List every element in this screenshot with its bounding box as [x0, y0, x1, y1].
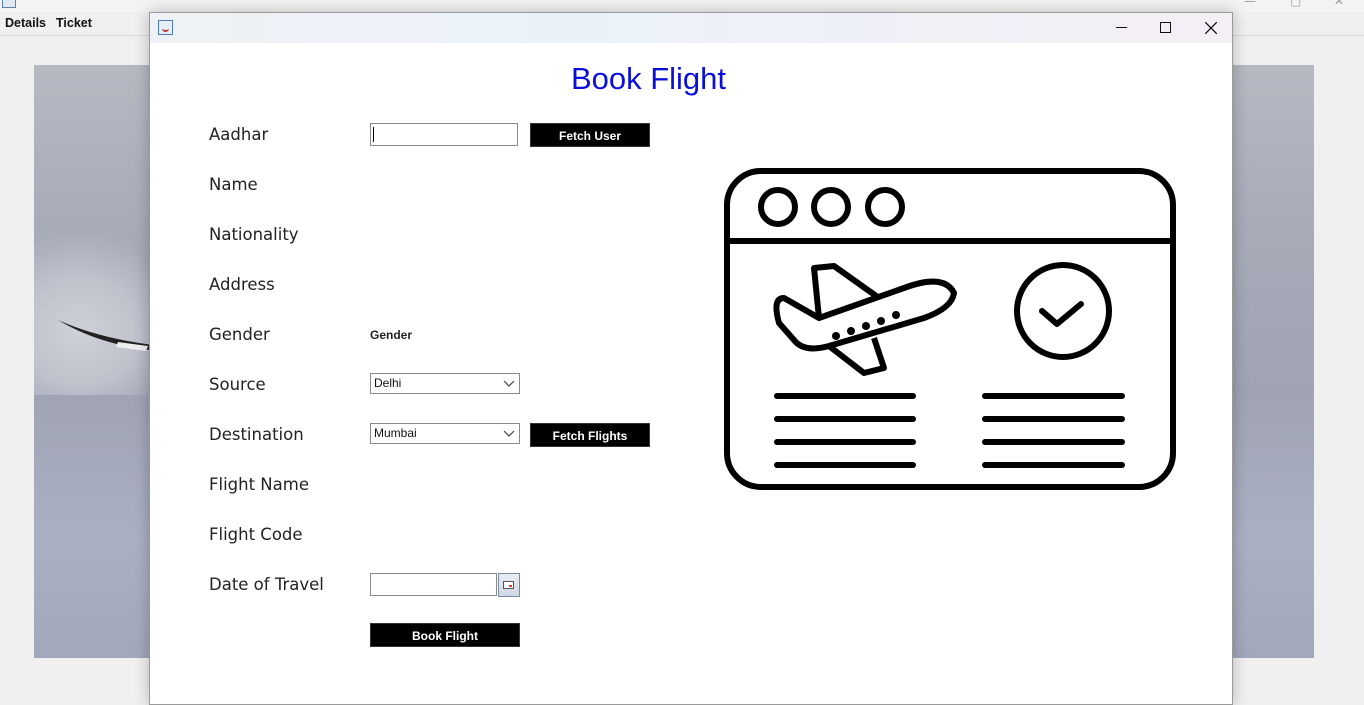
date-of-travel-label: Date of Travel	[209, 575, 324, 594]
nationality-label: Nationality	[209, 225, 299, 244]
flight-code-label: Flight Code	[209, 525, 303, 544]
chevron-down-icon	[503, 380, 515, 387]
background-minimize-icon[interactable]: —	[1244, 0, 1256, 8]
gender-label: Gender	[209, 325, 270, 344]
background-close-icon[interactable]: ✕	[1334, 0, 1344, 8]
maximize-icon[interactable]	[1142, 13, 1188, 43]
chevron-down-icon	[503, 430, 515, 437]
address-label: Address	[209, 275, 275, 294]
flight-booking-icon	[724, 168, 1176, 490]
name-label: Name	[209, 175, 258, 194]
background-maximize-icon[interactable]: ▢	[1290, 0, 1301, 8]
window-titlebar	[150, 13, 1232, 43]
destination-selected-value: Mumbai	[374, 426, 417, 440]
calendar-button[interactable]	[498, 573, 520, 597]
menu-details[interactable]: Details	[5, 16, 46, 30]
aadhar-label: Aadhar	[209, 125, 269, 144]
text-caret	[373, 127, 374, 142]
destination-label: Destination	[209, 425, 304, 444]
menu-ticket[interactable]: Ticket	[56, 16, 92, 30]
source-dropdown[interactable]: Delhi	[370, 373, 520, 394]
fetch-user-button[interactable]: Fetch User	[530, 123, 650, 147]
page-title: Book Flight	[570, 61, 727, 96]
fetch-flights-button[interactable]: Fetch Flights	[530, 423, 650, 447]
close-icon[interactable]	[1188, 13, 1234, 43]
book-flight-window: Book Flight Aadhar Name Nationality Addr…	[149, 12, 1233, 705]
airplane-wing-icon	[58, 320, 153, 351]
destination-dropdown[interactable]: Mumbai	[370, 423, 520, 444]
date-of-travel-input[interactable]	[370, 573, 497, 596]
source-label: Source	[209, 375, 266, 394]
java-window-icon	[158, 20, 173, 35]
source-selected-value: Delhi	[374, 376, 402, 390]
minimize-icon[interactable]	[1098, 13, 1144, 43]
background-window-titlebar	[0, 0, 1364, 12]
gender-value: Gender	[370, 328, 413, 342]
book-flight-button[interactable]: Book Flight	[370, 623, 520, 647]
calendar-icon	[503, 581, 514, 589]
flight-name-label: Flight Name	[209, 475, 309, 494]
aadhar-input[interactable]	[370, 123, 518, 146]
java-app-icon	[2, 0, 16, 8]
